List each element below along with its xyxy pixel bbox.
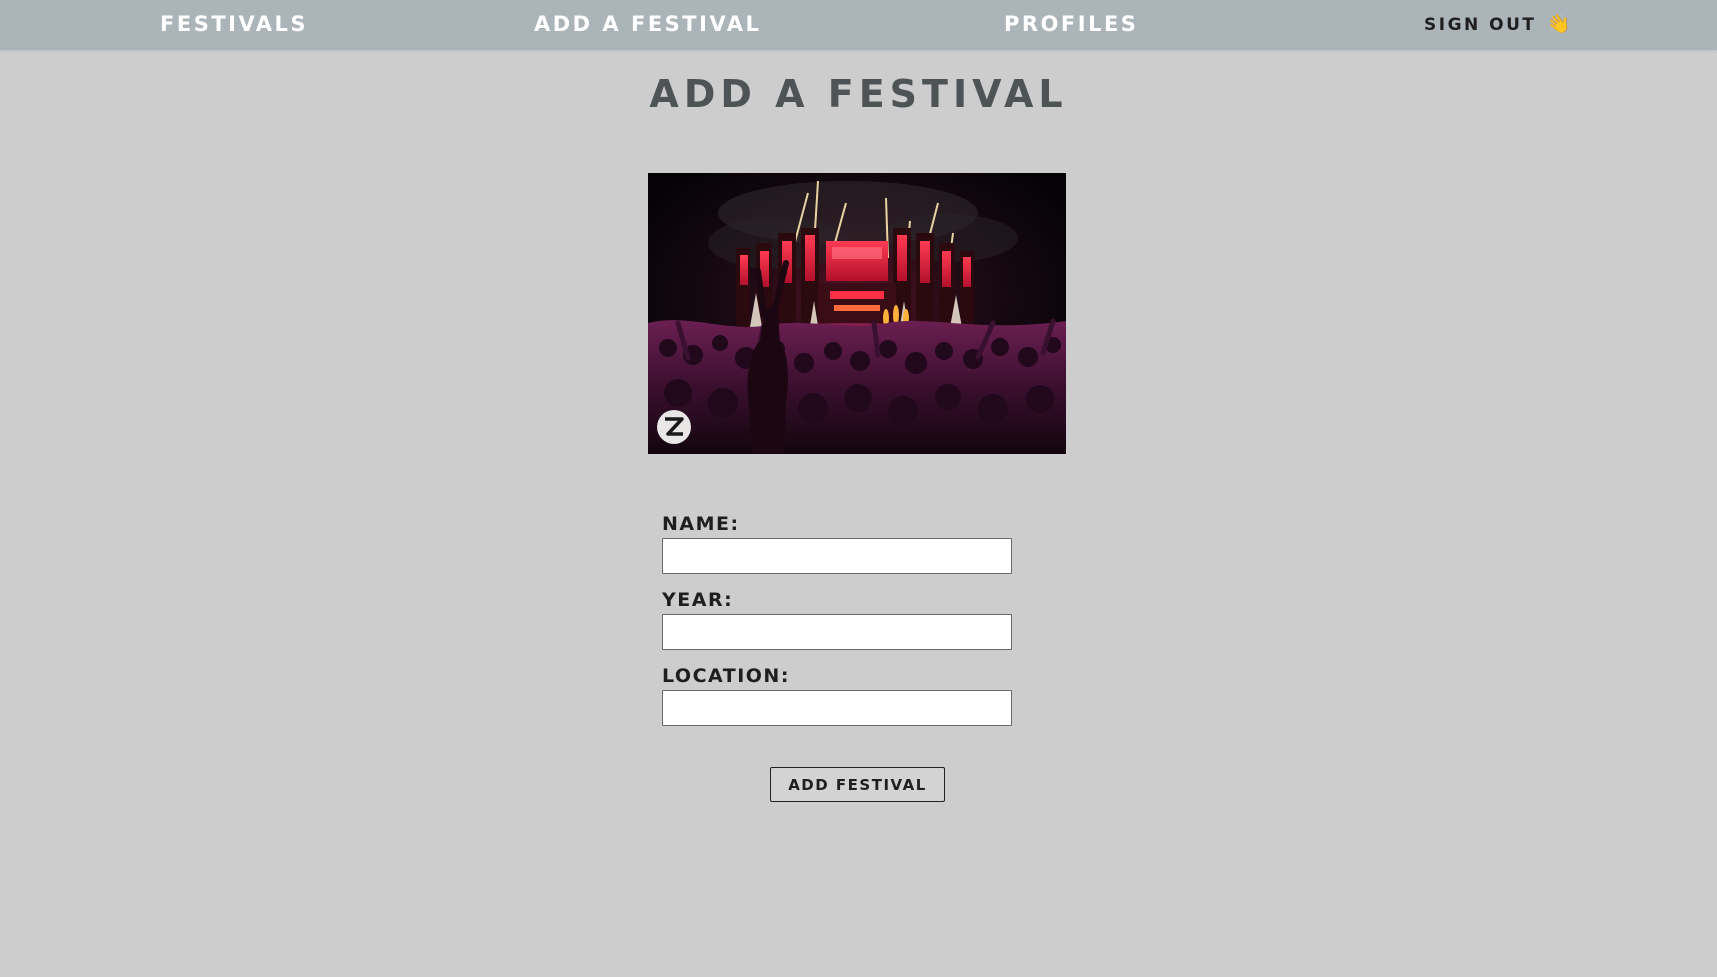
add-festival-button[interactable]: Add Festival [770,767,945,802]
sign-out-link[interactable]: Sign Out 👋 [1424,0,1572,48]
nav-festivals-link[interactable]: Festivals [160,0,308,48]
location-input[interactable] [662,690,1012,726]
add-festival-form: Name: Year: Location: [662,510,1022,738]
waving-hand-icon: 👋 [1544,11,1572,37]
nav-profiles-link[interactable]: Profiles [1004,0,1138,48]
nav-add-festival-link[interactable]: Add a Festival [534,0,761,48]
navbar: Festivals Add a Festival Profiles Sign O… [0,0,1717,50]
name-input[interactable] [662,538,1012,574]
year-label: Year: [662,589,734,611]
z-logo-icon [657,410,691,444]
name-label: Name: [662,513,740,535]
sign-out-label: Sign Out [1424,15,1537,35]
festival-hero-image [648,173,1066,454]
year-input[interactable] [662,614,1012,650]
page-title: Add a Festival [649,72,1068,116]
location-label: Location: [662,665,790,687]
